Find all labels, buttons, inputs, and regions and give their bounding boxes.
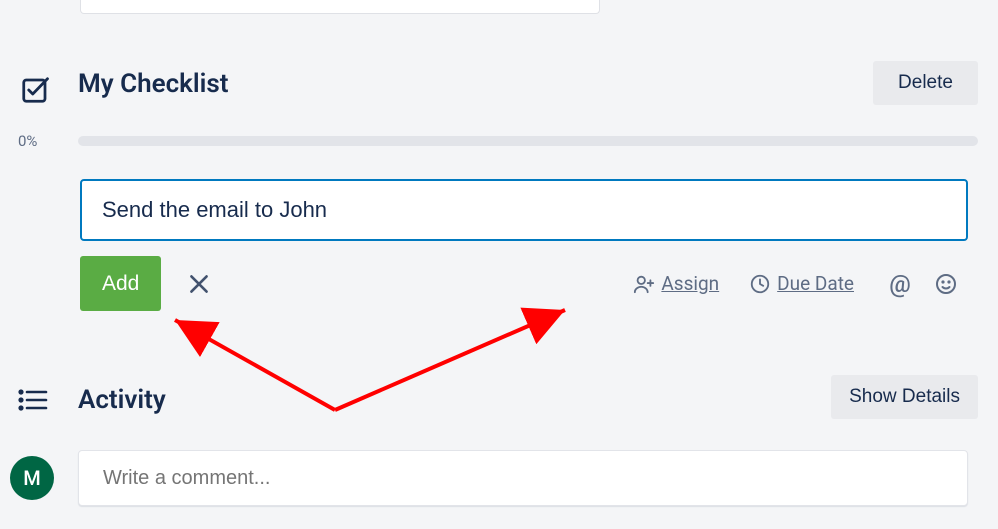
- checklist-item-input[interactable]: [100, 196, 948, 224]
- activity-icon: [18, 388, 48, 416]
- checklist-item-input-wrap[interactable]: [80, 179, 968, 241]
- comment-input[interactable]: [101, 466, 945, 491]
- comment-box[interactable]: [78, 450, 968, 506]
- checkbox-icon: [20, 75, 50, 109]
- due-date-label: Due Date: [777, 272, 854, 295]
- add-item-button[interactable]: Add: [80, 256, 161, 311]
- mention-button[interactable]: @: [884, 268, 916, 300]
- activity-title: Activity: [78, 385, 166, 415]
- emoji-button[interactable]: [930, 268, 962, 300]
- close-icon: [186, 271, 212, 297]
- previous-section-hint: [80, 0, 600, 14]
- user-avatar[interactable]: M: [10, 456, 54, 500]
- emoji-icon: [934, 272, 958, 296]
- person-add-icon: [633, 273, 655, 295]
- checklist-title[interactable]: My Checklist: [78, 69, 229, 99]
- show-details-button[interactable]: Show Details: [831, 375, 978, 419]
- checklist-progress-percent: 0%: [18, 132, 37, 150]
- avatar-initial: M: [23, 466, 41, 490]
- checklist-item-actions: Add Assign Due Date @: [80, 256, 968, 311]
- due-date-button[interactable]: Due Date: [749, 272, 854, 295]
- checklist-progress-bar: [78, 136, 978, 146]
- cancel-item-button[interactable]: [173, 258, 225, 310]
- assign-label: Assign: [661, 272, 719, 295]
- assign-member-button[interactable]: Assign: [633, 272, 719, 295]
- clock-icon: [749, 273, 771, 295]
- delete-checklist-button[interactable]: Delete: [873, 61, 978, 105]
